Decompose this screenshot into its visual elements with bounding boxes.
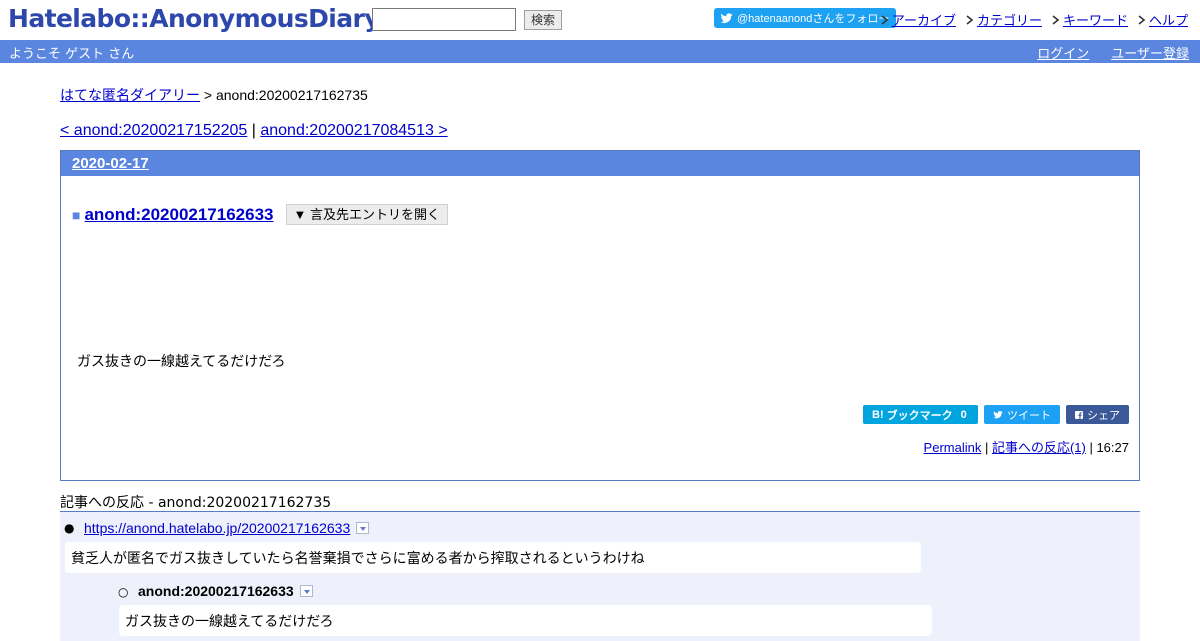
entry-title-link[interactable]: anond:20200217162633 xyxy=(84,205,273,225)
twitter-follow-label: @hatenaanondさんをフォロー xyxy=(737,13,890,25)
next-entry-link[interactable]: anond:20200217084513 > xyxy=(260,122,447,139)
hatena-b-icon: B! xyxy=(872,408,884,421)
pager: < anond:20200217152205 | anond:202002170… xyxy=(60,122,448,140)
chevron-right-icon xyxy=(966,14,974,25)
entry-title-row: ■ anond:20200217162633 ▼ 言及先エントリを開く xyxy=(72,204,448,225)
tweet-button[interactable]: ツイート xyxy=(984,405,1060,424)
breadcrumb-root-link[interactable]: はてな匿名ダイアリー xyxy=(60,87,200,103)
day-header: 2020-02-17 xyxy=(61,151,1139,176)
list-bullet: ● xyxy=(64,521,75,535)
list-bullet-hollow: ○ xyxy=(118,585,129,599)
twitter-follow-button[interactable]: @hatenaanondさんをフォロー xyxy=(714,8,896,28)
header: Hatelabo::AnonymousDiary 検索 @hatenaanond… xyxy=(0,0,1200,40)
dropdown-icon[interactable] xyxy=(356,522,370,534)
chevron-right-icon xyxy=(881,14,888,25)
welcome-text: ようこそ ゲスト さん xyxy=(9,47,135,62)
child-reaction-comment: ガス抜きの一線越えてるだけだろ xyxy=(119,605,932,636)
keyword-link[interactable]: キーワード xyxy=(1052,10,1128,29)
header-links: アーカイブ カテゴリー キーワード ヘルプ xyxy=(881,10,1188,29)
tweet-label: ツイート xyxy=(1007,409,1051,422)
reaction-item: https://anond.hatelabo.jp/20200217162633 xyxy=(84,520,370,536)
day-date-link[interactable]: 2020-02-17 xyxy=(72,155,149,172)
share-label: シェア xyxy=(1087,409,1120,422)
hatena-bookmark-button[interactable]: B! ブックマーク 0 xyxy=(863,405,978,424)
entry-body: ガス抜きの一線越えてるだけだろ xyxy=(77,354,286,370)
reaction-link[interactable]: https://anond.hatelabo.jp/20200217162633 xyxy=(84,520,350,536)
breadcrumb-separator: > xyxy=(200,87,216,103)
entry-footer: Permalink | 記事への反応(1) | 16:27 xyxy=(924,437,1129,456)
facebook-icon xyxy=(1075,410,1083,419)
archive-link[interactable]: アーカイブ xyxy=(881,10,956,29)
open-referenced-entry-button[interactable]: ▼ 言及先エントリを開く xyxy=(285,204,448,225)
twitter-bird-icon xyxy=(993,410,1003,418)
child-reaction-item: anond:20200217162633 xyxy=(138,583,313,599)
pager-separator: | xyxy=(247,122,261,139)
square-icon[interactable]: ■ xyxy=(72,207,80,223)
prev-entry-link[interactable]: < anond:20200217152205 xyxy=(60,122,247,139)
footer-separator: | xyxy=(1085,440,1097,455)
chevron-right-icon xyxy=(1138,14,1146,25)
bookmark-count: 0 xyxy=(960,408,967,421)
day-section: 2020-02-17 ■ anond:20200217162633 ▼ 言及先エ… xyxy=(60,150,1140,481)
breadcrumb: はてな匿名ダイアリー > anond:20200217162735 xyxy=(60,85,368,105)
entry-time: 16:27 xyxy=(1096,440,1129,455)
register-link[interactable]: ユーザー登録 xyxy=(1111,43,1189,62)
navbar: ようこそ ゲスト さん ログイン ユーザー登録 xyxy=(0,40,1200,63)
footer-separator: | xyxy=(981,440,992,455)
chevron-right-icon xyxy=(1052,14,1060,25)
category-link[interactable]: カテゴリー xyxy=(966,10,1042,29)
twitter-bird-icon xyxy=(720,12,733,23)
share-bar: B! ブックマーク 0 ツイート シェア xyxy=(863,405,1129,424)
login-link[interactable]: ログイン xyxy=(1037,43,1089,62)
account-links: ログイン ユーザー登録 xyxy=(1037,43,1189,62)
bookmark-label: ブックマーク xyxy=(886,409,953,422)
reactions-title: 記事への反応 - anond:20200217162735 xyxy=(60,495,332,511)
help-link[interactable]: ヘルプ xyxy=(1138,10,1188,29)
search-button[interactable]: 検索 xyxy=(524,10,562,30)
reaction-comment: 貧乏人が匿名でガス抜きしていたら名誉棄損でさらに富める者から搾取されるというわけ… xyxy=(65,542,921,573)
facebook-share-button[interactable]: シェア xyxy=(1066,405,1129,424)
reactions-list: ● https://anond.hatelabo.jp/202002171626… xyxy=(60,511,1140,641)
site-logo[interactable]: Hatelabo::AnonymousDiary xyxy=(8,4,381,33)
permalink-link[interactable]: Permalink xyxy=(924,440,982,455)
dropdown-icon[interactable] xyxy=(299,585,313,597)
search-input[interactable] xyxy=(372,8,516,31)
breadcrumb-current: anond:20200217162735 xyxy=(215,87,368,103)
child-reaction-title[interactable]: anond:20200217162633 xyxy=(138,583,294,599)
reactions-link[interactable]: 記事への反応(1) xyxy=(992,440,1086,455)
